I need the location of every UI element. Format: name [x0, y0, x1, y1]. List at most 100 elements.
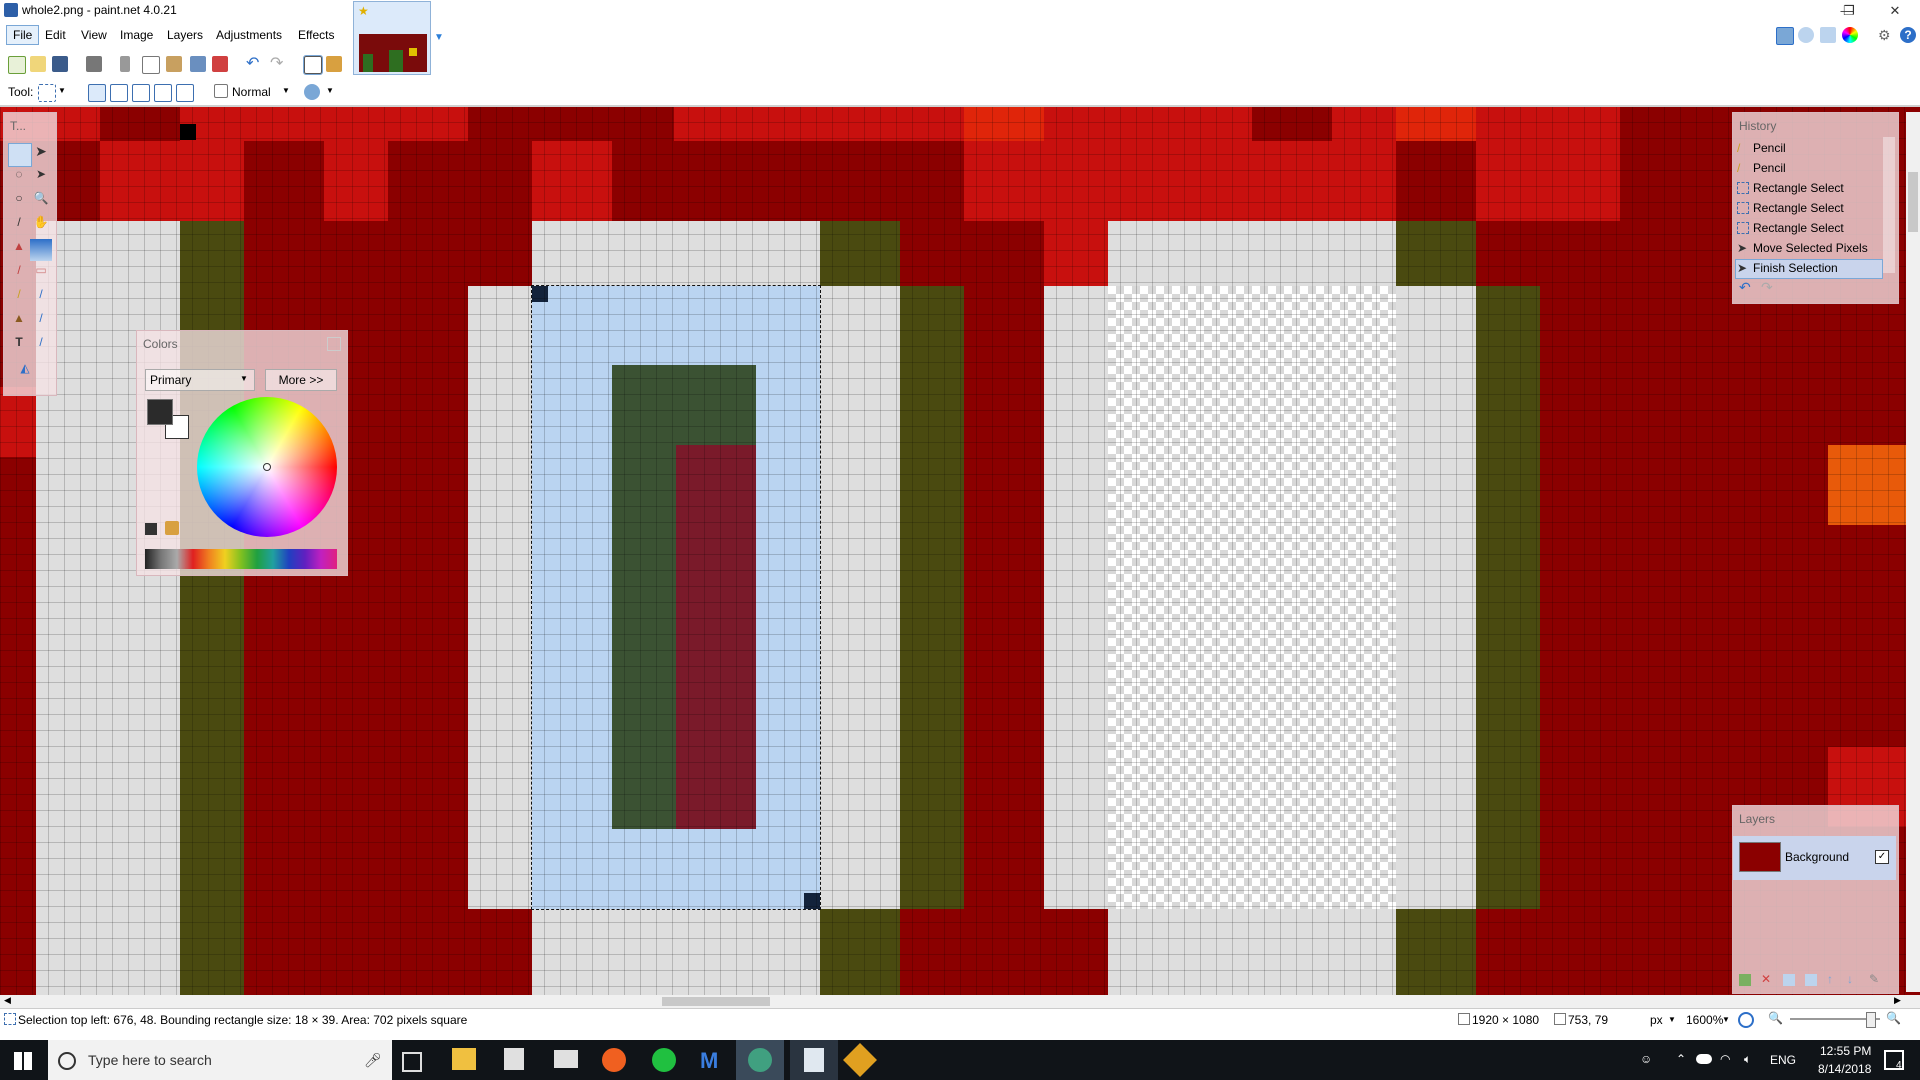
- units-select[interactable]: px: [1650, 1013, 1663, 1027]
- menu-edit[interactable]: Edit: [45, 28, 66, 42]
- zoom-slider[interactable]: [1790, 1012, 1880, 1028]
- scroll-thumb[interactable]: [662, 997, 770, 1006]
- add-layer-icon[interactable]: [1739, 974, 1751, 986]
- task-view-icon[interactable]: [402, 1052, 422, 1072]
- paintnet-taskbar-icon[interactable]: [790, 1040, 838, 1080]
- cut-icon[interactable]: [120, 56, 130, 72]
- replace-mode-icon[interactable]: [88, 84, 106, 102]
- app-icon-green[interactable]: [652, 1048, 676, 1072]
- history-item[interactable]: Rectangle Select: [1753, 221, 1844, 235]
- search-box[interactable]: Type here to search 🎤︎: [48, 1040, 392, 1080]
- crop-icon[interactable]: [190, 56, 206, 72]
- palette-strip[interactable]: [145, 549, 337, 569]
- paint-bucket-icon[interactable]: ▲: [8, 239, 30, 261]
- invert-mode-icon[interactable]: [176, 84, 194, 102]
- paintbrush-icon[interactable]: /: [8, 263, 30, 285]
- grid-icon[interactable]: [303, 55, 323, 75]
- move-layer-down-icon[interactable]: ↓: [1847, 972, 1853, 986]
- merge-layer-icon[interactable]: [1805, 974, 1817, 986]
- copy-icon[interactable]: [142, 56, 160, 74]
- history-item[interactable]: Rectangle Select: [1753, 201, 1844, 215]
- delete-layer-icon[interactable]: ✕: [1761, 972, 1771, 986]
- layer-row[interactable]: Background ✓: [1733, 836, 1896, 880]
- settings-icon[interactable]: ⚙: [1878, 27, 1894, 43]
- zoom-fit-icon[interactable]: [1738, 1012, 1754, 1028]
- more-button[interactable]: More >>: [265, 369, 337, 391]
- history-scrollbar[interactable]: [1883, 137, 1895, 273]
- history-redo-icon[interactable]: ↷: [1761, 279, 1773, 296]
- clock-date[interactable]: 8/14/2018: [1818, 1062, 1871, 1076]
- history-item[interactable]: Pencil: [1753, 141, 1786, 155]
- color-wheel[interactable]: [197, 397, 337, 537]
- open-icon[interactable]: [30, 56, 46, 72]
- blend-mode-icon[interactable]: [214, 84, 228, 98]
- intersect-mode-icon[interactable]: [154, 84, 172, 102]
- deselect-icon[interactable]: [212, 56, 228, 72]
- selection-handle-bottom-right[interactable]: [804, 893, 820, 909]
- redo-icon[interactable]: ↷: [270, 56, 286, 72]
- paste-icon[interactable]: [166, 56, 182, 72]
- menu-image[interactable]: Image: [120, 28, 153, 42]
- move-pixels-icon[interactable]: ➤: [30, 167, 52, 189]
- ellipse-select-icon[interactable]: ○: [8, 191, 30, 213]
- right-scrollbar[interactable]: [1906, 112, 1920, 992]
- rectangle-select-icon[interactable]: [8, 143, 32, 167]
- color-mode-select[interactable]: Primary ▼: [145, 369, 255, 391]
- new-icon[interactable]: [8, 56, 26, 74]
- language-indicator[interactable]: ENG: [1770, 1053, 1796, 1067]
- tools-window-icon[interactable]: [1776, 27, 1794, 45]
- history-item[interactable]: Rectangle Select: [1753, 181, 1844, 195]
- right-scroll-thumb[interactable]: [1908, 172, 1918, 232]
- image-tab[interactable]: ★: [353, 1, 431, 75]
- chrome-app-icon[interactable]: [736, 1040, 784, 1080]
- move-selection-icon[interactable]: ➤: [30, 143, 52, 165]
- history-item[interactable]: Pencil: [1753, 161, 1786, 175]
- volume-icon[interactable]: 🔈︎: [1744, 1052, 1751, 1067]
- onedrive-icon[interactable]: [1696, 1054, 1712, 1064]
- layer-visible-checkbox[interactable]: ✓: [1875, 850, 1889, 864]
- history-item[interactable]: Move Selected Pixels: [1753, 241, 1868, 255]
- move-layer-up-icon[interactable]: ↑: [1827, 972, 1833, 986]
- zoom-level[interactable]: 1600%: [1686, 1013, 1723, 1027]
- menu-effects[interactable]: Effects: [298, 28, 334, 42]
- reset-colors-icon[interactable]: [145, 523, 157, 535]
- print-icon[interactable]: [86, 56, 102, 72]
- close-button[interactable]: ✕: [1872, 0, 1918, 22]
- help-icon[interactable]: ?: [1900, 27, 1916, 43]
- palette-icon[interactable]: [165, 521, 179, 535]
- menu-layers[interactable]: Layers: [167, 28, 203, 42]
- pan-icon[interactable]: ✋: [30, 215, 52, 237]
- undo-icon[interactable]: ↶: [246, 56, 262, 72]
- store-icon[interactable]: [504, 1048, 524, 1070]
- zoom-dropdown-icon[interactable]: ▼: [1722, 1015, 1730, 1024]
- file-explorer-icon[interactable]: [452, 1048, 476, 1070]
- history-undo-icon[interactable]: ↶: [1739, 279, 1751, 296]
- history-item-selected[interactable]: Finish Selection: [1753, 261, 1838, 275]
- recolor-icon[interactable]: /: [30, 311, 52, 333]
- tool-dropdown-icon[interactable]: ▼: [58, 86, 66, 95]
- colors-close-icon[interactable]: [327, 337, 341, 351]
- game-app-icon[interactable]: [843, 1043, 877, 1077]
- scroll-right-icon[interactable]: ▶: [1894, 995, 1901, 1006]
- rectangle-select-tool-icon[interactable]: [38, 84, 56, 102]
- menu-adjustments[interactable]: Adjustments: [216, 28, 282, 42]
- zoom-slider-thumb[interactable]: [1866, 1012, 1876, 1028]
- ruler-icon[interactable]: [326, 56, 342, 72]
- restore-button[interactable]: ❐: [1826, 0, 1872, 22]
- blend-mode-select[interactable]: Normal: [232, 85, 271, 99]
- tray-expand-icon[interactable]: ⌃: [1676, 1052, 1686, 1066]
- selection-handle-top-left[interactable]: [532, 286, 548, 302]
- colors-window-icon[interactable]: [1842, 27, 1858, 43]
- horizontal-scrollbar[interactable]: ◀ ▶: [0, 995, 1920, 1008]
- menu-file[interactable]: File: [6, 25, 40, 45]
- zoom-icon[interactable]: 🔍: [30, 191, 52, 213]
- tab-dropdown-icon[interactable]: ▼: [434, 32, 444, 43]
- zoom-out-icon[interactable]: 🔍: [1768, 1011, 1783, 1025]
- line-curve-icon[interactable]: /: [30, 335, 52, 357]
- firefox-icon[interactable]: [602, 1048, 626, 1072]
- mail-icon[interactable]: [554, 1050, 578, 1068]
- color-picker-icon[interactable]: /: [30, 287, 52, 309]
- duplicate-layer-icon[interactable]: [1783, 974, 1795, 986]
- union-mode-icon[interactable]: [110, 84, 128, 102]
- exclude-mode-icon[interactable]: [132, 84, 150, 102]
